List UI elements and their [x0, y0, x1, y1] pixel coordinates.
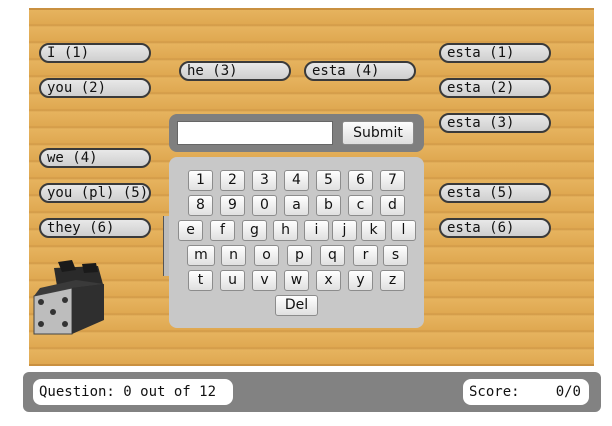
answer-pill-4: esta (4) — [304, 61, 416, 81]
pronoun-pill-5: you (pl) (5) — [39, 183, 151, 203]
key-z[interactable]: z — [380, 270, 405, 291]
key-u[interactable]: u — [220, 270, 245, 291]
key-q[interactable]: q — [320, 245, 345, 266]
answer-pill-3: esta (3) — [439, 113, 551, 133]
key-a[interactable]: a — [284, 195, 309, 216]
delete-key[interactable]: Del — [275, 295, 318, 316]
key-9[interactable]: 9 — [220, 195, 245, 216]
answer-pill-1: esta (1) — [439, 43, 551, 63]
key-p[interactable]: p — [287, 245, 312, 266]
score-label: Score: — [469, 384, 520, 400]
answer-pill-5: esta (5) — [439, 183, 551, 203]
key-7[interactable]: 7 — [380, 170, 405, 191]
key-l[interactable]: l — [391, 220, 416, 241]
question-counter: Question: 0 out of 12 — [33, 379, 233, 405]
key-5[interactable]: 5 — [316, 170, 341, 191]
key-6[interactable]: 6 — [348, 170, 373, 191]
answer-pill-6: esta (6) — [439, 218, 551, 238]
question-label: Question: — [39, 384, 115, 400]
pronoun-pill-3: he (3) — [179, 61, 291, 81]
key-y[interactable]: y — [348, 270, 373, 291]
key-c[interactable]: c — [348, 195, 373, 216]
key-e[interactable]: e — [178, 220, 203, 241]
submit-button[interactable]: Submit — [342, 121, 414, 145]
key-m[interactable]: m — [187, 245, 215, 266]
key-s[interactable]: s — [383, 245, 408, 266]
key-8[interactable]: 8 — [188, 195, 213, 216]
question-progress: 0 out of 12 — [123, 384, 217, 400]
key-t[interactable]: t — [188, 270, 213, 291]
answer-entry-panel: Submit — [169, 114, 424, 152]
key-b[interactable]: b — [316, 195, 341, 216]
key-o[interactable]: o — [254, 245, 279, 266]
status-bar: Question: 0 out of 12 Score: 0/0 — [23, 372, 601, 412]
key-k[interactable]: k — [361, 220, 386, 241]
key-n[interactable]: n — [221, 245, 246, 266]
pronoun-pill-4: we (4) — [39, 148, 151, 168]
key-i[interactable]: i — [304, 220, 329, 241]
pronoun-pill-2: you (2) — [39, 78, 151, 98]
score-value: 0/0 — [555, 384, 581, 400]
key-4[interactable]: 4 — [284, 170, 309, 191]
key-x[interactable]: x — [316, 270, 341, 291]
key-g[interactable]: g — [242, 220, 267, 241]
key-v[interactable]: v — [252, 270, 277, 291]
key-f[interactable]: f — [210, 220, 235, 241]
key-1[interactable]: 1 — [188, 170, 213, 191]
key-r[interactable]: r — [353, 245, 378, 266]
answer-input[interactable] — [177, 121, 333, 145]
dice-icon[interactable] — [32, 258, 108, 338]
pronoun-pill-1: I (1) — [39, 43, 151, 63]
key-2[interactable]: 2 — [220, 170, 245, 191]
key-w[interactable]: w — [284, 270, 309, 291]
key-d[interactable]: d — [380, 195, 405, 216]
score-display: Score: 0/0 — [463, 379, 589, 405]
key-j[interactable]: j — [332, 220, 357, 241]
on-screen-keyboard: 1 2 3 4 5 6 7 8 9 0 a b c d e f g h i j … — [169, 157, 424, 328]
pronoun-pill-6: they (6) — [39, 218, 151, 238]
answer-pill-2: esta (2) — [439, 78, 551, 98]
key-3[interactable]: 3 — [252, 170, 277, 191]
key-h[interactable]: h — [273, 220, 298, 241]
key-0[interactable]: 0 — [252, 195, 277, 216]
